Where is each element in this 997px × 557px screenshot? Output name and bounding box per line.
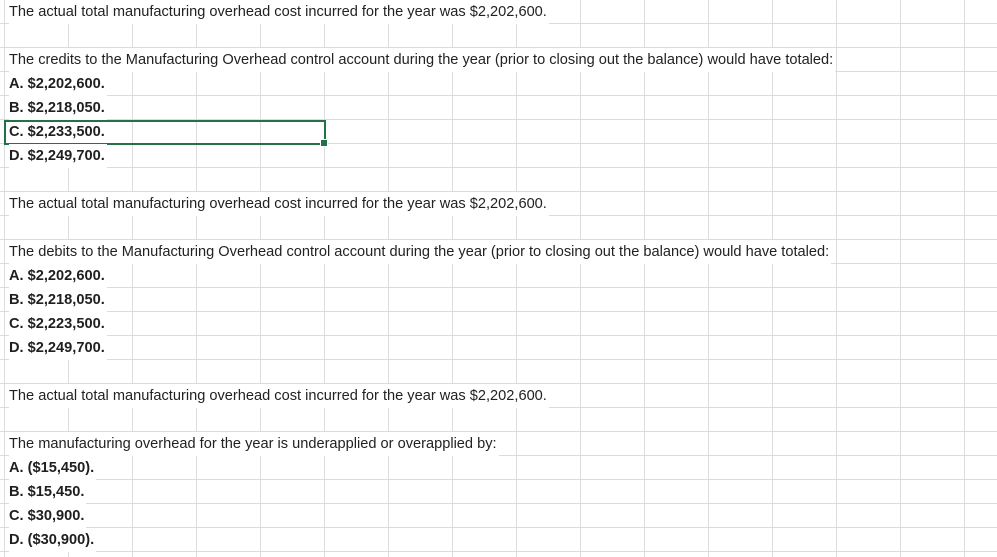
answer-option-text: A. ($15,450). [9,456,97,480]
question-text-cell[interactable]: The manufacturing overhead for the year … [0,432,997,456]
answer-option-text: B. $2,218,050. [9,288,107,312]
answer-option-cell[interactable]: D. $2,249,700. [0,144,997,168]
answer-option-cell[interactable]: D. $2,249,700. [0,336,997,360]
question-text-cell[interactable]: The actual total manufacturing overhead … [0,0,997,24]
answer-option-text: B. $15,450. [9,480,87,504]
answer-option-cell[interactable]: D. ($30,900). [0,528,997,552]
question-text-cell[interactable]: The credits to the Manufacturing Overhea… [0,48,997,72]
empty-cell[interactable] [0,168,997,192]
cell-text: The actual total manufacturing overhead … [9,0,549,24]
answer-option-text: C. $30,900. [9,504,87,528]
question-text-cell[interactable]: The actual total manufacturing overhead … [0,384,997,408]
answer-option-cell[interactable]: B. $15,450. [0,480,997,504]
answer-option-text: A. $2,202,600. [9,264,107,288]
spreadsheet-rows: The actual total manufacturing overhead … [0,0,997,552]
answer-option-cell[interactable]: A. ($15,450). [0,456,997,480]
cell-text: The actual total manufacturing overhead … [9,384,549,408]
answer-option-text: D. $2,249,700. [9,336,107,360]
answer-option-text: C. $2,223,500. [9,312,107,336]
empty-cell[interactable] [0,360,997,384]
empty-cell[interactable] [0,408,997,432]
answer-option-cell[interactable]: C. $30,900. [0,504,997,528]
answer-option-text: A. $2,202,600. [9,72,107,96]
cell-text: The manufacturing overhead for the year … [9,432,499,456]
answer-option-cell[interactable]: C. $2,223,500. [0,312,997,336]
cell-text: The credits to the Manufacturing Overhea… [9,48,836,72]
question-text-cell[interactable]: The debits to the Manufacturing Overhead… [0,240,997,264]
question-text-cell[interactable]: The actual total manufacturing overhead … [0,192,997,216]
cell-text: The debits to the Manufacturing Overhead… [9,240,832,264]
answer-option-text: D. ($30,900). [9,528,97,552]
answer-option-text: C. $2,233,500. [9,120,107,144]
answer-option-cell[interactable]: C. $2,233,500. [0,120,997,147]
spreadsheet-grid: The actual total manufacturing overhead … [0,0,997,557]
answer-option-cell[interactable]: A. $2,202,600. [0,72,997,96]
answer-option-cell[interactable]: B. $2,218,050. [0,288,997,312]
empty-cell[interactable] [0,216,997,240]
cell-text: The actual total manufacturing overhead … [9,192,549,216]
answer-option-cell[interactable]: A. $2,202,600. [0,264,997,288]
answer-option-text: D. $2,249,700. [9,144,107,168]
answer-option-cell[interactable]: B. $2,218,050. [0,96,997,120]
empty-cell[interactable] [0,24,997,48]
answer-option-text: B. $2,218,050. [9,96,107,120]
